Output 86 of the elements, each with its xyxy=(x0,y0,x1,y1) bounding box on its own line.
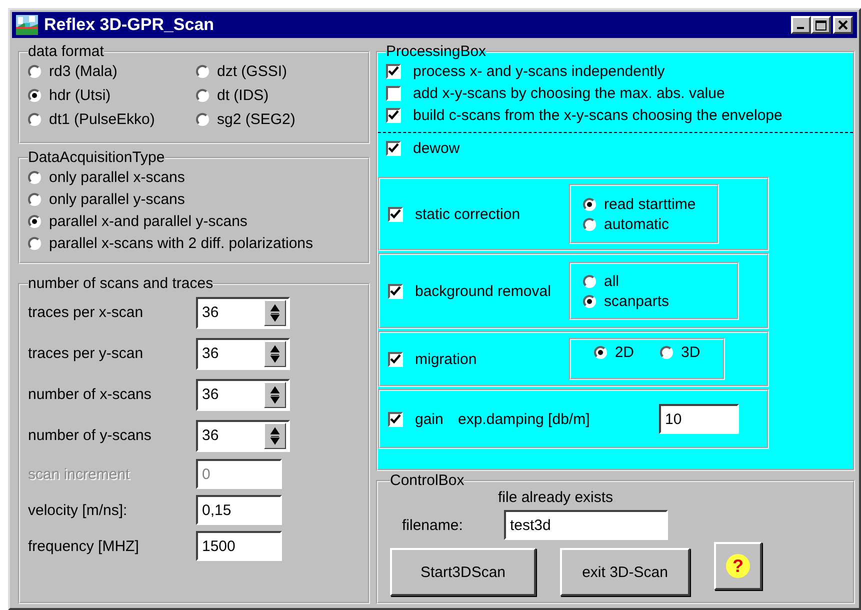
option-label: 3D xyxy=(681,344,700,360)
spin-arrows-icon[interactable] xyxy=(264,422,286,448)
option-label: process x- and y-scans independently xyxy=(413,62,665,80)
option-label: parallel x-and parallel y-scans xyxy=(49,212,248,230)
checkbox[interactable] xyxy=(388,206,403,222)
status-message: file already exists xyxy=(498,489,614,506)
field-label: frequency [MHZ] xyxy=(28,538,140,554)
radio-button[interactable] xyxy=(196,88,209,102)
field-label: traces per x-scan xyxy=(28,304,144,321)
action-button[interactable]: exit 3D-Scan xyxy=(560,548,690,596)
option-label: dzt (GSSI) xyxy=(217,62,288,80)
option-label: only parallel x-scans xyxy=(49,168,185,186)
app-icon xyxy=(16,15,38,35)
spin-field[interactable]: 36 xyxy=(196,378,290,410)
checkbox[interactable] xyxy=(386,86,401,100)
field-value: 36 xyxy=(202,304,220,321)
radio-button[interactable] xyxy=(594,346,607,358)
radio-button[interactable] xyxy=(28,236,41,250)
radio-button[interactable] xyxy=(28,112,41,126)
field-label: number of y-scans xyxy=(28,427,152,444)
input-field[interactable]: test3d xyxy=(504,510,668,540)
checkbox[interactable] xyxy=(388,352,403,366)
checkbox[interactable] xyxy=(386,140,401,156)
option-label: hdr (Utsi) xyxy=(49,86,111,104)
spin-arrows-icon[interactable] xyxy=(264,340,286,366)
option-label: build c-scans from the x-y-scans choosing the envelope xyxy=(413,106,782,124)
radio-button[interactable] xyxy=(28,214,41,228)
checkbox[interactable] xyxy=(386,108,401,122)
option-label: sg2 (SEG2) xyxy=(217,110,296,128)
option-label: scanparts xyxy=(604,292,670,310)
option-label: migration xyxy=(415,350,477,368)
checkbox[interactable] xyxy=(388,284,403,298)
field-label: traces per y-scan xyxy=(28,345,144,362)
window-title: Reflex 3D-GPR_Scan xyxy=(44,15,216,35)
close-icon[interactable] xyxy=(833,16,853,34)
checkbox[interactable] xyxy=(388,412,403,426)
option-label: rd3 (Mala) xyxy=(49,62,118,80)
group-label: data format xyxy=(28,44,104,60)
minimize-icon[interactable] xyxy=(791,16,811,34)
option-label: add x-y-scans by choosing the max. abs. value xyxy=(413,84,725,102)
option-label: dewow xyxy=(413,140,460,156)
field-label: scan increment xyxy=(28,466,131,482)
option-label: dt (IDS) xyxy=(217,86,269,104)
spin-arrows-icon[interactable] xyxy=(264,382,286,408)
group-label: ControlBox xyxy=(390,473,464,489)
spin-field[interactable]: 36 xyxy=(196,420,290,452)
radio-button[interactable] xyxy=(196,64,209,78)
option-label: read starttime xyxy=(604,196,696,212)
option-label: background removal xyxy=(415,282,551,300)
group-label: number of scans and traces xyxy=(28,276,214,292)
spin-arrows-icon[interactable] xyxy=(264,300,286,326)
option-label: 2D xyxy=(614,344,634,360)
option-label: automatic xyxy=(604,216,670,232)
input-field[interactable]: 10 xyxy=(659,404,739,434)
radio-button[interactable] xyxy=(583,218,596,230)
input-field[interactable]: 0,15 xyxy=(196,495,282,525)
option-label: all xyxy=(604,272,620,290)
radio-button[interactable] xyxy=(660,346,673,358)
action-button[interactable]: Start3DScan xyxy=(390,548,536,596)
radio-button[interactable] xyxy=(28,88,41,102)
help-button[interactable]: ? xyxy=(714,542,762,590)
radio-button[interactable] xyxy=(583,274,596,288)
checkbox[interactable] xyxy=(386,64,401,78)
radio-button[interactable] xyxy=(196,112,209,126)
field-value: 36 xyxy=(202,427,220,444)
field-label: exp.damping [db/m] xyxy=(458,410,590,428)
field-label: velocity [m/ns]: xyxy=(28,502,128,518)
input-field[interactable]: 1500 xyxy=(196,531,282,561)
group-label: DataAcquisitionType xyxy=(28,150,165,166)
radio-button[interactable] xyxy=(28,64,41,78)
option-label: parallel x-scans with 2 diff. polarizations xyxy=(49,234,314,252)
field-value: 36 xyxy=(202,386,220,403)
radio-button[interactable] xyxy=(583,294,596,308)
spin-field[interactable]: 36 xyxy=(196,296,290,328)
field-label: number of x-scans xyxy=(28,386,152,403)
maximize-icon[interactable] xyxy=(811,16,831,34)
radio-button[interactable] xyxy=(28,192,41,206)
spin-field[interactable]: 36 xyxy=(196,338,290,370)
radio-button[interactable] xyxy=(28,170,41,184)
field-value: 36 xyxy=(202,345,220,362)
field-label: filename: xyxy=(401,516,464,534)
option-label: static correction xyxy=(415,206,520,222)
option-label: only parallel y-scans xyxy=(49,190,185,208)
option-label: gain xyxy=(415,410,444,428)
option-label: dt1 (PulseEkko) xyxy=(49,110,155,128)
radio-button[interactable] xyxy=(583,198,596,210)
